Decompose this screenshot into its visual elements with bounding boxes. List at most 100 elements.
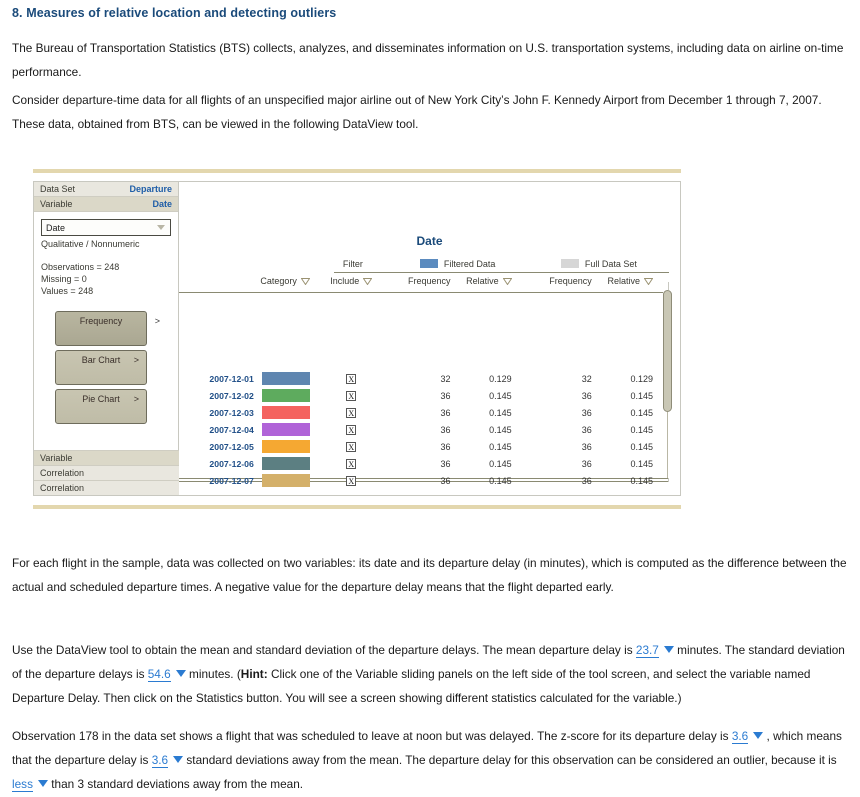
col-filtered-relative-label: Relative xyxy=(466,276,499,286)
chevron-down-icon xyxy=(37,780,48,787)
table-row: 2007-12-05 X 36 0.145 36 0.145 xyxy=(179,438,669,455)
sidebar-item-correlation-2[interactable]: Correlation xyxy=(34,480,179,495)
col-full-frequency: Frequency xyxy=(528,276,598,286)
chevron-down-icon xyxy=(157,225,165,230)
row-category-cell: 2007-12-03 xyxy=(179,406,318,419)
row-full-frequency: 36 xyxy=(581,424,592,435)
col-filtered-frequency: Frequency xyxy=(385,276,457,286)
include-checkbox[interactable]: X xyxy=(346,390,357,401)
frequency-button-label: Frequency xyxy=(79,316,123,326)
col-include[interactable]: Include xyxy=(318,276,385,286)
row-filtered-relative: 0.145 xyxy=(489,424,512,435)
row-filtered-frequency: 36 xyxy=(440,424,451,435)
stat-values: Values = 248 xyxy=(41,286,94,296)
divider-top xyxy=(33,169,681,173)
column-header-rule xyxy=(179,292,669,293)
row-color-swatch xyxy=(261,457,310,470)
group-header-filter: Filter xyxy=(342,259,363,269)
row-category-label: 2007-12-07 xyxy=(209,475,254,486)
include-checkbox[interactable]: X xyxy=(346,441,357,452)
row-full-frequency: 36 xyxy=(581,458,592,469)
sd-away-dropdown-value: 3.6 xyxy=(151,753,169,768)
sidebar-item-correlation-1[interactable]: Correlation xyxy=(34,465,179,480)
row-category-label: 2007-12-05 xyxy=(209,441,254,452)
include-checkbox[interactable]: X xyxy=(346,407,357,418)
data-table: Filter Filtered Data Full Data Set Categ… xyxy=(179,256,669,487)
para5-part-c: standard deviations away from the mean. … xyxy=(186,753,837,767)
filtered-data-label: Filtered Data xyxy=(443,259,496,269)
sidebar-item-variable[interactable]: Variable xyxy=(34,450,179,465)
include-checkbox[interactable]: X xyxy=(346,475,357,486)
sort-triangle-icon xyxy=(643,278,653,285)
chevron-down-icon xyxy=(175,670,186,677)
include-checkbox[interactable]: X xyxy=(346,458,357,469)
row-filtered-frequency: 36 xyxy=(440,475,451,486)
row-category-label: 2007-12-01 xyxy=(209,373,254,384)
sd-away-dropdown[interactable]: 3.6 xyxy=(151,748,184,772)
zscore-dropdown[interactable]: 3.6 xyxy=(731,724,764,748)
row-filtered-frequency: 36 xyxy=(440,441,451,452)
left-bottom-bars: Variable Correlation Correlation xyxy=(34,450,179,495)
row-include-cell: X xyxy=(318,458,385,469)
bar-chart-button-label: Bar Chart xyxy=(81,355,121,365)
paragraph-variables: For each flight in the sample, data was … xyxy=(12,556,847,594)
less-more-dropdown[interactable]: less xyxy=(12,772,48,796)
row-filtered-relative: 0.129 xyxy=(489,373,512,384)
chevron-right-icon: > xyxy=(154,316,160,326)
para5-part-d: than 3 standard deviations away from the… xyxy=(51,777,304,791)
col-full-relative[interactable]: Relative xyxy=(598,276,669,286)
para5-part-a: Observation 178 in the data set shows a … xyxy=(12,729,729,743)
group-header-full-data: Full Data Set xyxy=(529,259,669,269)
para4-part-c: minutes. ( xyxy=(189,667,241,681)
sd-dropdown[interactable]: 54.6 xyxy=(147,662,186,686)
variable-type: Qualitative / Nonnumeric xyxy=(41,239,140,249)
row-include-cell: X xyxy=(318,373,385,384)
chevron-right-icon: > xyxy=(133,355,139,365)
row-include-cell: X xyxy=(318,390,385,401)
hint-label: Hint: xyxy=(240,667,268,681)
pie-chart-button[interactable]: Pie Chart > xyxy=(55,389,147,424)
col-category[interactable]: Category xyxy=(179,276,318,286)
variable-select[interactable]: Date xyxy=(41,219,171,236)
tool-left-panel: Data Set Departure Variable Date Date Qu… xyxy=(34,182,179,495)
chevron-down-icon xyxy=(173,756,184,763)
sort-triangle-icon xyxy=(502,278,512,285)
include-checkbox[interactable]: X xyxy=(346,373,357,384)
row-full-frequency: 36 xyxy=(581,407,592,418)
variable-bar[interactable]: Variable Date xyxy=(34,197,178,212)
less-more-dropdown-value: less xyxy=(12,777,33,792)
row-include-cell: X xyxy=(318,441,385,452)
row-color-swatch xyxy=(261,406,310,419)
dataset-bar[interactable]: Data Set Departure xyxy=(34,182,178,197)
row-full-relative: 0.129 xyxy=(630,373,653,384)
mean-dropdown[interactable]: 23.7 xyxy=(635,638,674,662)
table-row: 2007-12-01 X 32 0.129 32 0.129 xyxy=(179,370,669,387)
row-full-frequency: 36 xyxy=(581,441,592,452)
include-checkbox[interactable]: X xyxy=(346,424,357,435)
col-filtered-relative[interactable]: Relative xyxy=(457,276,528,286)
bar-chart-button[interactable]: Bar Chart > xyxy=(55,350,147,385)
row-full-relative: 0.145 xyxy=(630,424,653,435)
row-color-swatch xyxy=(261,372,310,385)
full-data-label: Full Data Set xyxy=(584,259,637,269)
table-body: 2007-12-01 X 32 0.129 32 0.129 2007-12-02 X 36 0.… xyxy=(179,370,669,489)
filtered-data-swatch xyxy=(419,259,438,268)
variable-label: Variable xyxy=(40,199,73,209)
scrollbar-thumb[interactable] xyxy=(663,290,672,412)
variable-body: Date Qualitative / Nonnumeric Observatio… xyxy=(34,212,178,424)
row-color-swatch xyxy=(261,423,310,436)
dataset-label: Data Set xyxy=(40,184,76,194)
zscore-dropdown-value: 3.6 xyxy=(731,729,749,744)
row-full-relative: 0.145 xyxy=(630,458,653,469)
row-filtered-frequency: 36 xyxy=(440,407,451,418)
para4-part-a: Use the DataView tool to obtain the mean… xyxy=(12,643,633,657)
sort-triangle-icon xyxy=(300,278,310,285)
paragraph-mean-sd: Use the DataView tool to obtain the mean… xyxy=(12,638,848,710)
frequency-button[interactable]: Frequency > xyxy=(55,311,160,346)
row-color-swatch xyxy=(261,474,310,487)
row-category-cell: 2007-12-04 xyxy=(179,423,318,436)
row-include-cell: X xyxy=(318,475,385,486)
col-filtered-frequency-label: Frequency xyxy=(407,276,451,286)
divider-bottom xyxy=(33,505,681,509)
dataview-tool: Data Set Departure Variable Date Date Qu… xyxy=(33,181,681,496)
